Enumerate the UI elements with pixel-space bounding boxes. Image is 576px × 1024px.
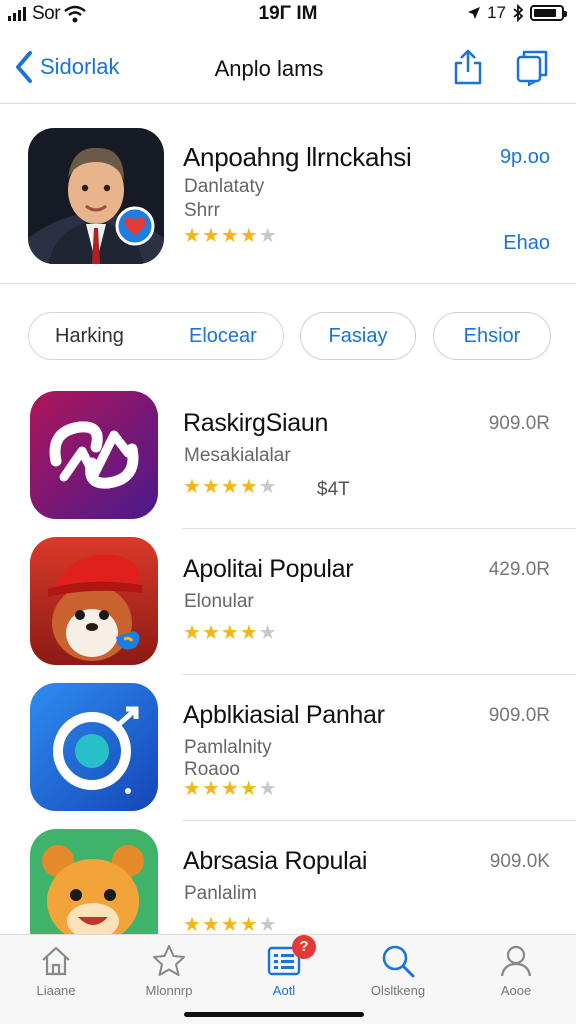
app-name: RaskirgSiaun <box>183 409 329 437</box>
app-icon <box>30 537 158 665</box>
star-filled-icon: ★ <box>201 778 220 800</box>
home-icon <box>42 946 70 976</box>
person-icon <box>500 945 532 977</box>
list-item[interactable]: Apblkiasial Panhar Pamlalnity Roaoo ★ ★ ★ ★… <box>0 675 576 821</box>
app-developer: Elonular <box>184 591 254 612</box>
star-filled-icon: ★ <box>239 778 258 800</box>
tab-bar: Liaane Mlonnrp ? Aotl Olsltkeng Aooe <box>0 934 576 1024</box>
navigation-bar: Sidorlak Anplo lams <box>0 32 576 104</box>
filter-pill-2[interactable]: Ehsior <box>433 312 551 360</box>
app-price[interactable]: 909.0K <box>490 851 550 873</box>
rating-stars: ★ ★ ★ ★ ★ <box>183 623 277 643</box>
rating-stars: ★ ★ ★ ★ ★ <box>183 477 277 497</box>
app-icon <box>30 391 158 519</box>
filter-ranking[interactable]: Harking <box>55 325 124 348</box>
star-filled-icon: ★ <box>220 914 239 936</box>
featured-app-developer: Danlataty <box>184 176 265 197</box>
app-price[interactable]: 909.0R <box>489 413 550 435</box>
duplicate-icon[interactable] <box>514 48 550 86</box>
star-filled-icon: ★ <box>201 476 220 498</box>
tab-label: Mlonnrp <box>145 983 193 998</box>
tab-featured[interactable]: Mlonnrp <box>129 943 209 998</box>
app-price[interactable]: 429.0R <box>489 559 550 581</box>
app-price[interactable]: 909.0R <box>489 705 550 727</box>
search-icon <box>382 945 415 978</box>
tab-label: Aooe <box>500 983 532 998</box>
notification-badge: ? <box>292 935 316 959</box>
app-name: Apolitai Popular <box>183 555 354 583</box>
featured-app-price[interactable]: 9p.oo <box>500 146 550 169</box>
star-filled-icon: ★ <box>220 225 239 247</box>
star-filled-icon: ★ <box>183 622 201 644</box>
featured-app-icon <box>28 128 164 264</box>
star-empty-icon: ★ <box>258 914 277 936</box>
star-filled-icon: ★ <box>220 476 239 498</box>
star-filled-icon: ★ <box>183 225 201 247</box>
star-icon <box>153 945 185 976</box>
star-filled-icon: ★ <box>239 914 258 936</box>
app-developer: Mesakialalar <box>184 445 291 466</box>
status-bar: Sor 19Γ IM 17 <box>0 0 576 30</box>
star-filled-icon: ★ <box>220 622 239 644</box>
filter-option[interactable]: Elocear <box>189 325 257 348</box>
tab-label: Aotl <box>272 983 296 998</box>
app-name: Apblkiasial Panhar <box>183 701 385 729</box>
share-icon[interactable] <box>450 48 486 86</box>
bluetooth-icon <box>513 4 524 22</box>
star-filled-icon: ★ <box>239 225 258 247</box>
featured-app-category: Shrr <box>184 200 220 221</box>
star-filled-icon: ★ <box>220 778 239 800</box>
app-developer: Pamlalnity <box>184 737 272 758</box>
star-filled-icon: ★ <box>201 914 220 936</box>
tab-label: Liaane <box>36 983 76 998</box>
tab-search[interactable]: Olsltkeng <box>358 943 438 998</box>
featured-app-title: Anpoahng llrnckahsi <box>183 142 412 172</box>
rating-stars: ★ ★ ★ ★ ★ <box>183 915 277 935</box>
filter-segmented-control: Harking Elocear <box>28 312 284 360</box>
star-empty-icon: ★ <box>258 476 277 498</box>
star-empty-icon: ★ <box>258 622 277 644</box>
star-filled-icon: ★ <box>239 476 258 498</box>
star-filled-icon: ★ <box>201 225 220 247</box>
star-empty-icon: ★ <box>258 778 277 800</box>
list-item[interactable]: Apolitai Popular Elonular ★ ★ ★ ★ ★ 429.0R <box>0 529 576 675</box>
star-filled-icon: ★ <box>183 476 201 498</box>
tab-profile[interactable]: Aooe <box>476 943 556 998</box>
tab-home[interactable]: Liaane <box>16 943 96 998</box>
rating-stars: ★ ★ ★ ★ ★ <box>183 779 277 799</box>
star-filled-icon: ★ <box>201 622 220 644</box>
app-developer: Panlalim <box>184 883 257 904</box>
star-filled-icon: ★ <box>183 914 201 936</box>
star-filled-icon: ★ <box>239 622 258 644</box>
home-indicator <box>184 1012 364 1017</box>
app-icon <box>30 683 158 811</box>
filter-pill-1[interactable]: Fasiay <box>300 312 416 360</box>
status-right-text: 17 <box>487 3 506 22</box>
location-icon <box>468 7 481 19</box>
star-empty-icon: ★ <box>258 225 277 247</box>
tab-label: Olsltkeng <box>370 983 426 998</box>
tab-apps[interactable]: ? Aotl <box>244 935 324 998</box>
app-extra-info: $4T <box>317 479 350 500</box>
status-right: 17 <box>467 3 567 23</box>
filter-bar: Harking Elocear Fasiay Ehsior <box>0 292 576 380</box>
list-item[interactable]: RaskirgSiaun Mesakialalar ★ ★ ★ ★ ★ $4T 909.… <box>0 383 576 529</box>
featured-app-card[interactable]: Anpoahng llrnckahsi Danlataty Shrr ★ ★ ★ ★ ★… <box>0 106 576 284</box>
featured-get-button[interactable]: Ehao <box>503 232 550 255</box>
battery-icon <box>530 5 567 21</box>
star-filled-icon: ★ <box>183 778 201 800</box>
app-name: Abrsasia Ropulai <box>183 847 368 875</box>
featured-rating-stars: ★ ★ ★ ★ ★ <box>183 226 277 246</box>
